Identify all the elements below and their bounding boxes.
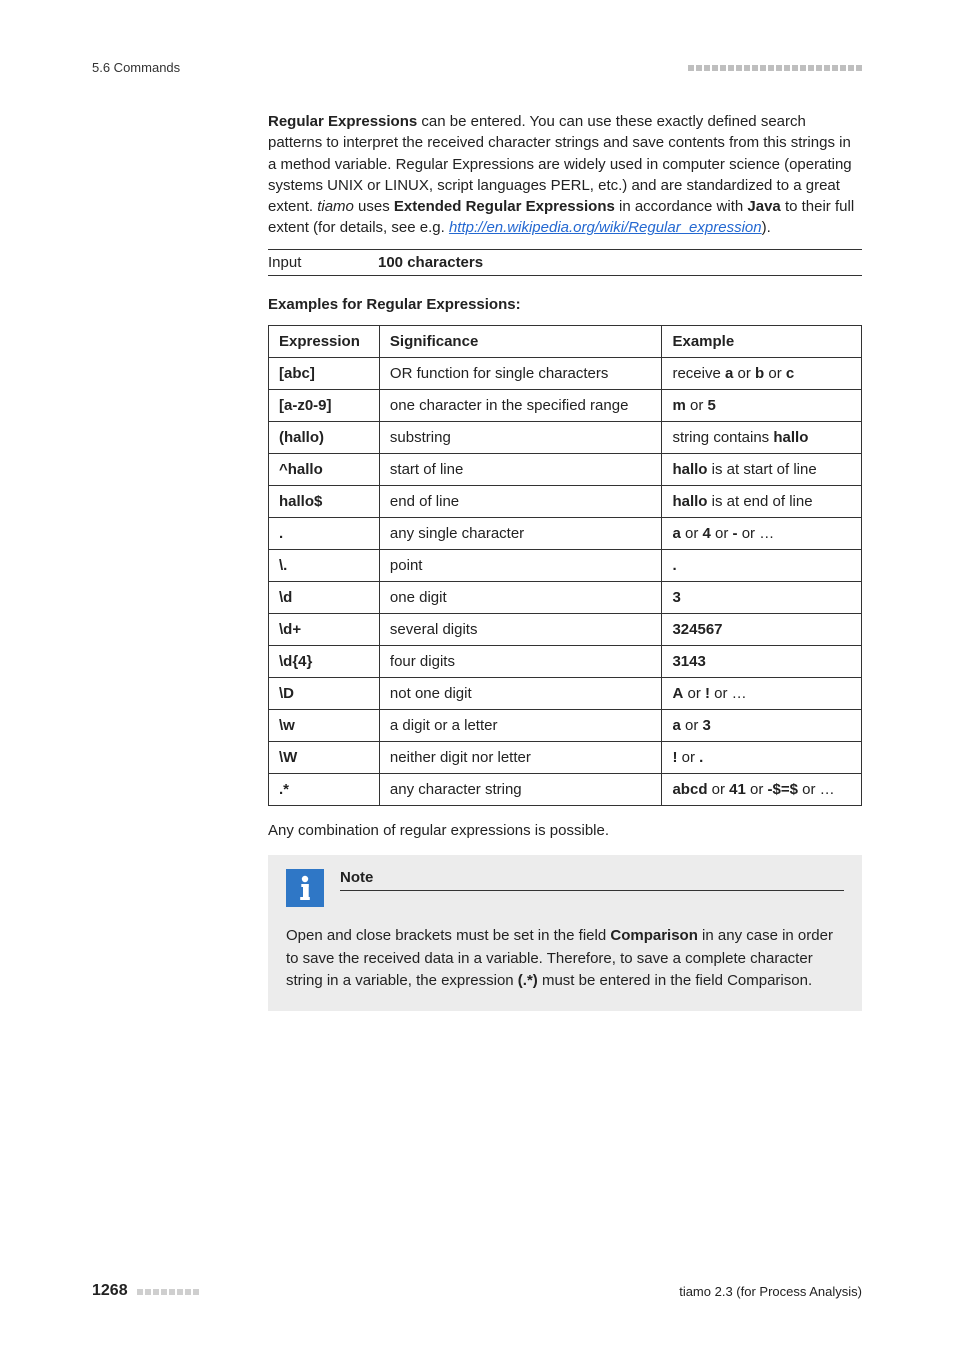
cell-significance: four digits	[379, 646, 662, 678]
table-row: \d{4}four digits3143	[269, 646, 862, 678]
cell-example: string contains hallo	[662, 422, 862, 454]
cell-example: 324567	[662, 614, 862, 646]
cell-significance: not one digit	[379, 678, 662, 710]
cell-significance: start of line	[379, 454, 662, 486]
table-row: [a-z0-9]one character in the specified r…	[269, 390, 862, 422]
table-row: [abc]OR function for single charactersre…	[269, 358, 862, 390]
cell-expression: ^hallo	[269, 454, 380, 486]
table-row: \Dnot one digitA or ! or …	[269, 678, 862, 710]
table-row: \wa digit or a lettera or 3	[269, 710, 862, 742]
cell-significance: OR function for single characters	[379, 358, 662, 390]
regex-wikipedia-link[interactable]: http://en.wikipedia.org/wiki/Regular_exp…	[449, 219, 762, 236]
table-row: \done digit3	[269, 582, 862, 614]
cell-example: .	[662, 550, 862, 582]
cell-example: receive a or b or c	[662, 358, 862, 390]
cell-example: hallo is at start of line	[662, 454, 862, 486]
regex-examples-table: Expression Significance Example [abc]OR …	[268, 325, 862, 806]
cell-expression: .	[269, 518, 380, 550]
intro-text-3: in accordance with	[615, 198, 748, 215]
cell-expression: \d+	[269, 614, 380, 646]
info-icon	[286, 869, 324, 907]
cell-significance: one character in the specified range	[379, 390, 662, 422]
table-row: ^hallostart of linehallo is at start of …	[269, 454, 862, 486]
note-text-3: must be entered in the field Comparison.	[538, 972, 812, 989]
cell-significance: neither digit nor letter	[379, 742, 662, 774]
cell-expression: \W	[269, 742, 380, 774]
footer-product: tiamo 2.3 (for Process Analysis)	[679, 1284, 862, 1299]
table-row: hallo$end of linehallo is at end of line	[269, 486, 862, 518]
table-row: .*any character stringabcd or 41 or -$=$…	[269, 774, 862, 806]
table-row: \Wneither digit nor letter! or .	[269, 742, 862, 774]
table-row: (hallo)substringstring contains hallo	[269, 422, 862, 454]
note-rule	[340, 890, 844, 891]
intro-text-5: ).	[762, 219, 771, 236]
cell-expression: (hallo)	[269, 422, 380, 454]
intro-text-2: uses	[354, 198, 394, 215]
note-bold-2: (.*)	[518, 972, 538, 989]
header-decoration	[688, 65, 862, 71]
page-number: 1268	[92, 1282, 128, 1299]
cell-example: a or 4 or - or …	[662, 518, 862, 550]
footer-decoration	[137, 1289, 199, 1295]
note-body: Open and close brackets must be set in t…	[286, 925, 844, 993]
cell-expression: \w	[269, 710, 380, 742]
intro-paragraph: Regular Expressions can be entered. You …	[268, 111, 862, 239]
cell-example: ! or .	[662, 742, 862, 774]
page-header: 5.6 Commands	[92, 60, 862, 75]
cell-expression: [abc]	[269, 358, 380, 390]
cell-significance: a digit or a letter	[379, 710, 662, 742]
note-text-1: Open and close brackets must be set in t…	[286, 927, 610, 944]
cell-expression: \D	[269, 678, 380, 710]
cell-expression: \d	[269, 582, 380, 614]
cell-example: hallo is at end of line	[662, 486, 862, 518]
cell-significance: several digits	[379, 614, 662, 646]
note-box: Note Open and close brackets must be set…	[268, 855, 862, 1011]
cell-example: abcd or 41 or -$=$ or …	[662, 774, 862, 806]
cell-example: A or ! or …	[662, 678, 862, 710]
section-label: 5.6 Commands	[92, 60, 180, 75]
intro-strong-2: Extended Regular Expressions	[394, 198, 615, 215]
intro-italic-tiamo: tiamo	[317, 198, 354, 215]
input-value: 100 characters	[378, 254, 483, 271]
examples-heading: Examples for Regular Expressions:	[268, 294, 862, 315]
cell-example: m or 5	[662, 390, 862, 422]
input-spec-row: Input 100 characters	[268, 249, 862, 276]
cell-expression: hallo$	[269, 486, 380, 518]
cell-expression: .*	[269, 774, 380, 806]
table-row: \.point.	[269, 550, 862, 582]
note-title: Note	[340, 869, 844, 888]
col-example: Example	[662, 326, 862, 358]
cell-example: a or 3	[662, 710, 862, 742]
cell-significance: end of line	[379, 486, 662, 518]
col-expression: Expression	[269, 326, 380, 358]
cell-significance: any character string	[379, 774, 662, 806]
cell-example: 3	[662, 582, 862, 614]
note-bold-1: Comparison	[610, 927, 698, 944]
table-row: \d+several digits324567	[269, 614, 862, 646]
input-label: Input	[268, 254, 378, 271]
table-row: .any single charactera or 4 or - or …	[269, 518, 862, 550]
cell-expression: \d{4}	[269, 646, 380, 678]
intro-strong-3: Java	[747, 198, 780, 215]
cell-significance: point	[379, 550, 662, 582]
cell-expression: \.	[269, 550, 380, 582]
cell-significance: any single character	[379, 518, 662, 550]
page-footer: 1268 tiamo 2.3 (for Process Analysis)	[92, 1282, 862, 1300]
col-significance: Significance	[379, 326, 662, 358]
cell-expression: [a-z0-9]	[269, 390, 380, 422]
table-header-row: Expression Significance Example	[269, 326, 862, 358]
cell-example: 3143	[662, 646, 862, 678]
cell-significance: one digit	[379, 582, 662, 614]
after-table-text: Any combination of regular expressions i…	[268, 820, 862, 841]
intro-strong-1: Regular Expressions	[268, 113, 417, 130]
cell-significance: substring	[379, 422, 662, 454]
